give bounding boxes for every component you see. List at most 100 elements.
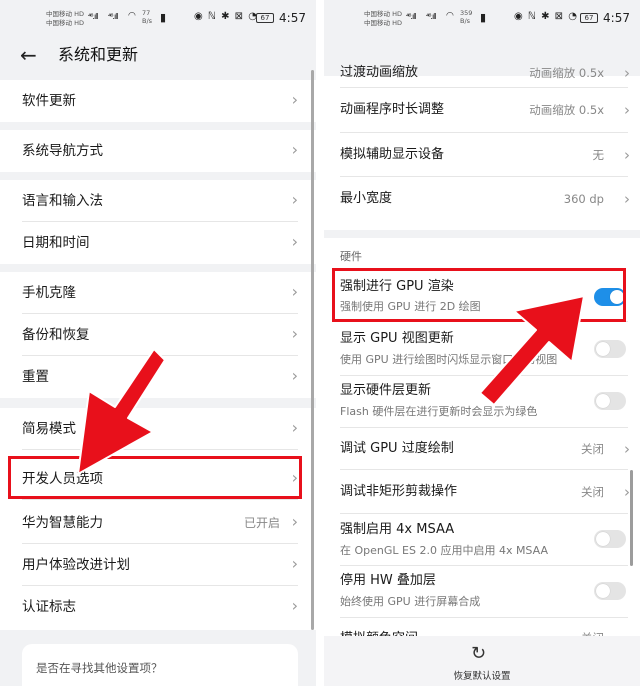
item-label: 显示 GPU 视图更新 (340, 331, 454, 346)
chevron-right-icon: › (291, 90, 298, 109)
item-value: 关闭 (581, 485, 604, 499)
panel-divider (316, 0, 324, 686)
settings-item-huawei-smart[interactable]: 华为智慧能力 已开启 › (0, 502, 316, 544)
show-hw-layers-toggle[interactable] (594, 392, 626, 410)
item-label: 用户体验改进计划 (22, 557, 130, 573)
signal-icon: ⁴⁶.ıll (88, 12, 99, 21)
status-bar: 中国移动 HD 中国移动 HD ⁴⁶.ıll ⁴⁶.ıll ◠ 77 B/s ▮… (0, 0, 316, 36)
search-suggestion-text: 是否在寻找其他设置项？ (36, 661, 163, 675)
carrier-labels: 中国移动 HD 中国移动 HD (364, 10, 402, 27)
item-label: 强制启用 4x MSAA (340, 522, 455, 537)
list-item-partial[interactable]: 模拟颜色空间 关闭 (324, 618, 640, 646)
item-value: 已开启 (243, 516, 280, 530)
item-value: 360 dp (563, 192, 604, 206)
item-label: 最小宽度 (340, 191, 393, 206)
title-bar: ← 系统和更新 (0, 36, 316, 76)
clock: 4:57 (279, 11, 306, 25)
item-label: 华为智慧能力 (22, 515, 103, 531)
wifi-icon: ◠ (446, 11, 455, 21)
battery-icon: 67 (580, 13, 598, 23)
list-item-show-gpu-updates[interactable]: 显示 GPU 视图更新 使用 GPU 进行绘图时闪烁显示窗口中的视图 (324, 324, 640, 376)
item-label: 重置 (22, 369, 49, 385)
item-label: 日期和时间 (22, 235, 90, 251)
settings-item-backup-restore[interactable]: 备份和恢复 › (0, 314, 316, 356)
list-item-animator-duration[interactable]: 动画程序时长调整 动画缩放 0.5x › (324, 88, 640, 133)
disable-hw-overlays-toggle[interactable] (594, 582, 626, 600)
item-subtitle: Flash 硬件层在进行更新时会显示为绿色 (340, 405, 538, 418)
chevron-right-icon: › (291, 324, 298, 343)
item-value: 动画缩放 0.5x (529, 66, 604, 80)
section-title-hardware: 硬件 (340, 250, 362, 263)
item-subtitle: 在 OpenGL ES 2.0 应用中启用 4x MSAA (340, 544, 548, 557)
status-icons: ◉ ℕ ✱ ⊠ ◔ (514, 11, 578, 22)
chevron-right-icon: › (624, 101, 630, 119)
chevron-right-icon: › (291, 282, 298, 301)
item-label: 手机克隆 (22, 285, 76, 301)
chevron-right-icon: › (291, 232, 298, 251)
chevron-right-icon: › (291, 140, 298, 159)
developer-options-screen: 中国移动 HD 中国移动 HD ⁴⁶.ıll ⁴⁶.ıll ◠ 359 B/s … (324, 0, 640, 686)
item-label: 显示硬件层更新 (340, 383, 432, 398)
chevron-right-icon: › (624, 190, 630, 208)
item-label: 调试非矩形剪裁操作 (340, 484, 458, 499)
settings-item-language-input[interactable]: 语言和输入法 › (0, 180, 316, 222)
item-subtitle: 始终使用 GPU 进行屏幕合成 (340, 595, 481, 608)
item-label: 认证标志 (22, 599, 76, 615)
settings-item-navigation[interactable]: 系统导航方式 › (0, 130, 316, 172)
settings-item-software-update[interactable]: 软件更新 › (0, 80, 316, 122)
animation-group: 过渡动画缩放 动画缩放 0.5x › 动画程序时长调整 动画缩放 0.5x › … (324, 64, 640, 230)
chevron-right-icon: › (291, 418, 298, 437)
list-item-non-rect-clip[interactable]: 调试非矩形剪裁操作 关闭 › (324, 470, 640, 514)
divider (22, 449, 298, 450)
reset-defaults-button[interactable]: 恢复默认设置 (324, 668, 640, 682)
show-gpu-updates-toggle[interactable] (594, 340, 626, 358)
list-item-partial[interactable]: 过渡动画缩放 动画缩放 0.5x › (324, 64, 640, 88)
settings-item-phone-clone[interactable]: 手机克隆 › (0, 272, 316, 314)
page-title: 系统和更新 (58, 45, 139, 64)
chevron-right-icon: › (291, 554, 298, 573)
signal-icon: ⁴⁶.ıll (108, 12, 119, 21)
scrollbar[interactable] (311, 70, 314, 630)
settings-item-certification[interactable]: 认证标志 › (0, 586, 316, 628)
carrier-labels: 中国移动 HD 中国移动 HD (46, 10, 84, 27)
status-icons: ◉ ℕ ✱ ⊠ ◔ (194, 11, 258, 22)
wifi-icon: ◠ (128, 11, 137, 21)
bottom-action-bar: ↻ 恢复默认设置 (324, 636, 640, 686)
item-label: 动画程序时长调整 (340, 102, 445, 117)
chevron-right-icon: › (291, 512, 298, 531)
chevron-right-icon: › (624, 146, 630, 164)
chevron-right-icon: › (291, 190, 298, 209)
settings-item-simple-mode[interactable]: 简易模式 › (0, 408, 316, 450)
network-speed: 77 B/s (142, 9, 153, 25)
notification-icon: ▮ (160, 11, 168, 24)
scrollbar[interactable] (630, 470, 633, 566)
list-item-force-msaa[interactable]: 强制启用 4x MSAA 在 OpenGL ES 2.0 应用中启用 4x MS… (324, 514, 640, 566)
list-item-smallest-width[interactable]: 最小宽度 360 dp › (324, 177, 640, 221)
item-label: 备份和恢复 (22, 327, 90, 343)
settings-item-user-experience[interactable]: 用户体验改进计划 › (0, 544, 316, 586)
item-value: 无 (592, 148, 605, 162)
item-value: 关闭 (581, 442, 604, 456)
signal-icon: ⁴⁶.ıll (426, 12, 437, 21)
list-item-gpu-overdraw[interactable]: 调试 GPU 过度绘制 关闭 › (324, 428, 640, 470)
item-label: 语言和输入法 (22, 193, 103, 209)
settings-item-reset[interactable]: 重置 › (0, 356, 316, 398)
settings-group: 软件更新 › (0, 80, 316, 122)
list-item-simulate-display[interactable]: 模拟辅助显示设备 无 › (324, 133, 640, 177)
item-label: 软件更新 (22, 93, 76, 109)
settings-item-date-time[interactable]: 日期和时间 › (0, 222, 316, 264)
network-speed: 359 B/s (460, 9, 473, 25)
list-item-disable-hw-overlays[interactable]: 停用 HW 叠加层 始终使用 GPU 进行屏幕合成 (324, 566, 640, 618)
item-label: 停用 HW 叠加层 (340, 573, 436, 588)
refresh-icon[interactable]: ↻ (471, 644, 486, 664)
chevron-right-icon: › (291, 596, 298, 615)
back-arrow-icon[interactable]: ← (20, 44, 37, 66)
settings-group: 系统导航方式 › (0, 130, 316, 172)
list-item-show-hw-layers[interactable]: 显示硬件层更新 Flash 硬件层在进行更新时会显示为绿色 (324, 376, 640, 428)
force-msaa-toggle[interactable] (594, 530, 626, 548)
item-label: 模拟辅助显示设备 (340, 147, 445, 162)
highlight-box-force-gpu (332, 268, 626, 322)
chevron-right-icon: › (624, 440, 630, 458)
search-suggestion-card[interactable]: 是否在寻找其他设置项？ (22, 644, 298, 686)
settings-group: 手机克隆 › 备份和恢复 › 重置 › (0, 272, 316, 398)
